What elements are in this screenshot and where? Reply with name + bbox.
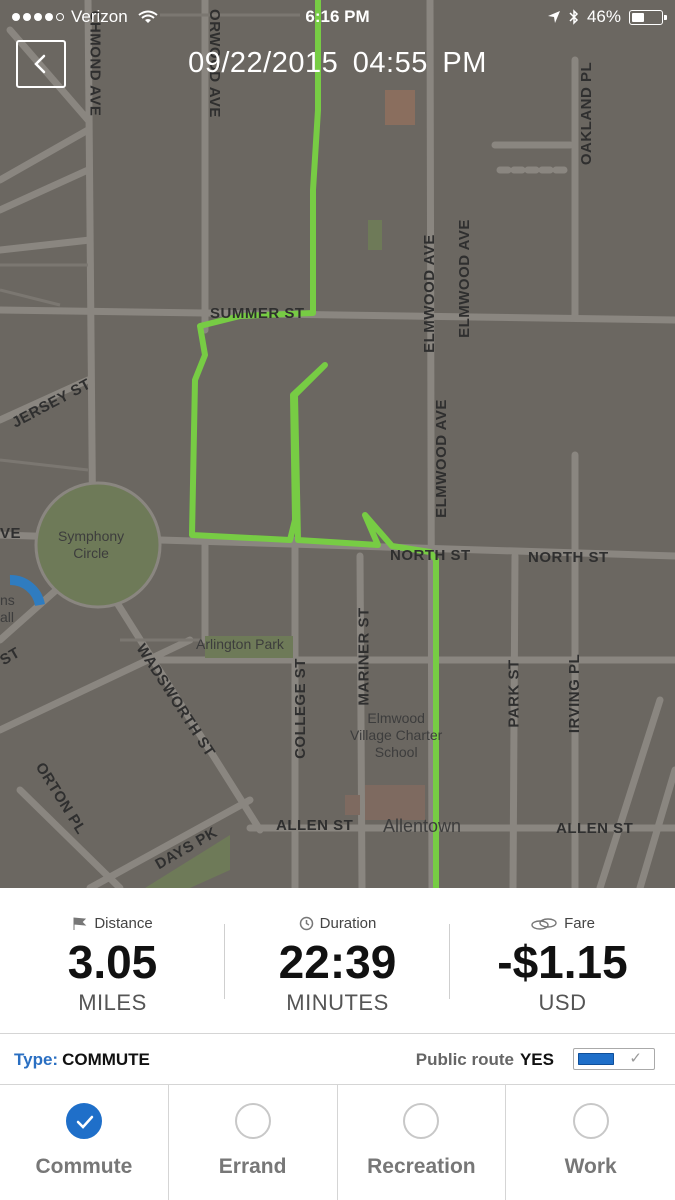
stat-duration-label: Duration: [319, 915, 377, 932]
public-route: Public route YES: [416, 1050, 554, 1070]
stat-duration: Duration 22:39 MINUTES: [225, 888, 450, 1033]
stat-duration-unit: MINUTES: [286, 990, 389, 1015]
street-label-ve: VE: [0, 525, 22, 542]
trip-type-option-label: Recreation: [367, 1155, 476, 1178]
radio-circle: [403, 1103, 440, 1139]
trip-type-option-errand[interactable]: Errand: [169, 1085, 338, 1200]
trip-type-option-label: Work: [564, 1155, 617, 1178]
trip-type: Type: COMMUTE: [14, 1050, 150, 1070]
radio-circle: [572, 1103, 609, 1139]
trip-time: 04:55 PM: [352, 47, 487, 79]
street-label-elmwood-3: ELMWOOD AVE: [455, 219, 473, 338]
checkmark-icon: [76, 1115, 94, 1129]
checkmark-icon: ✓: [629, 1050, 642, 1067]
street-label-park: PARK ST: [505, 659, 523, 728]
trip-type-option-label: Errand: [218, 1155, 287, 1178]
trip-type-option-label: Commute: [35, 1155, 133, 1178]
place-label-line: Symphony: [58, 528, 125, 544]
trip-type-option-recreation[interactable]: Recreation: [338, 1085, 507, 1200]
place-label-line: School: [374, 744, 418, 760]
place-label-line: Elmwood: [367, 710, 425, 726]
place-label-line: Circle: [73, 545, 109, 561]
trip-type-option-work[interactable]: Work: [506, 1085, 675, 1200]
place-label-line: ns: [0, 592, 15, 608]
coins-icon: [531, 917, 557, 930]
stat-distance: Distance 3.05 MILES: [0, 888, 225, 1033]
public-route-label: Public route: [415, 1050, 514, 1069]
street-label-elmwood-1: ELMWOOD AVE: [420, 234, 438, 353]
trip-datetime: 09/22/2015 04:55 PM: [0, 47, 675, 80]
public-route-toggle[interactable]: ✓: [573, 1048, 655, 1070]
location-arrow-icon: [547, 11, 560, 23]
street-label-irving: IRVING PL: [566, 653, 584, 734]
street-label-elmwood-2: ELMWOOD AVE: [432, 399, 450, 518]
route-map[interactable]: SUMMER ST JERSEY ST ELMWOOD AVE ELMWOOD …: [0, 0, 675, 888]
battery-percent: 46%: [586, 7, 621, 26]
street-label-north-2: NORTH ST: [528, 549, 609, 566]
street-label-summer: SUMMER ST: [210, 305, 305, 322]
stat-fare-label: Fare: [564, 915, 595, 932]
stat-distance-label-row: Distance: [0, 915, 225, 932]
stat-duration-label-row: Duration: [225, 915, 450, 932]
street-label-college: COLLEGE ST: [291, 658, 309, 759]
trip-type-key: Type:: [14, 1050, 59, 1069]
place-label-allentown: Allentown: [383, 816, 462, 836]
bluetooth-icon: [569, 9, 579, 25]
stat-fare-unit: USD: [538, 990, 587, 1015]
trip-date: 09/22/2015: [188, 47, 339, 79]
radio-circle: [65, 1103, 102, 1139]
map-streets: [0, 0, 675, 888]
place-label-line: all: [0, 609, 15, 625]
street-label-mariner: MARINER ST: [355, 607, 373, 706]
stat-distance-label: Distance: [94, 915, 153, 932]
trip-stats: Distance 3.05 MILES Duration 22:39 MINUT…: [0, 888, 675, 1033]
stat-distance-unit: MILES: [78, 990, 147, 1015]
street-label-north-1: NORTH ST: [390, 547, 471, 564]
status-bar: Verizon 6:16 PM 46%: [0, 0, 675, 34]
clock-icon: [299, 916, 313, 931]
battery-fill: [632, 12, 645, 22]
trip-type-option-commute[interactable]: Commute: [0, 1085, 169, 1200]
stat-fare: Fare -$1.15 USD: [450, 888, 675, 1033]
place-label-arlington-park: Arlington Park: [196, 636, 284, 652]
status-right-group: 46%: [547, 7, 667, 27]
place-label-line: Village Charter: [350, 727, 443, 743]
trip-type-value: COMMUTE: [62, 1050, 150, 1069]
place-label-symphony-circle: Symphony Circle: [58, 528, 124, 562]
toggle-knob: [578, 1053, 614, 1065]
place-label-hall: ns all: [0, 592, 15, 626]
street-label-allen-1: ALLEN ST: [276, 817, 354, 834]
stat-fare-label-row: Fare: [450, 915, 675, 932]
place-label-elmwood-school: Elmwood Village Charter School: [350, 710, 442, 761]
stat-duration-value: 22:39: [278, 936, 397, 988]
trip-type-selector: Commute Errand Recreation Work: [0, 1085, 675, 1200]
flag-icon: [73, 916, 87, 930]
stat-distance-value: 3.05: [67, 936, 158, 988]
trip-type-bar: Type: COMMUTE Public route YES ✓: [0, 1033, 675, 1085]
battery-icon: [629, 9, 667, 25]
public-route-value: YES: [519, 1050, 554, 1069]
stat-fare-value: -$1.15: [497, 936, 628, 988]
radio-circle: [234, 1103, 271, 1139]
street-label-allen-2: ALLEN ST: [556, 820, 634, 837]
